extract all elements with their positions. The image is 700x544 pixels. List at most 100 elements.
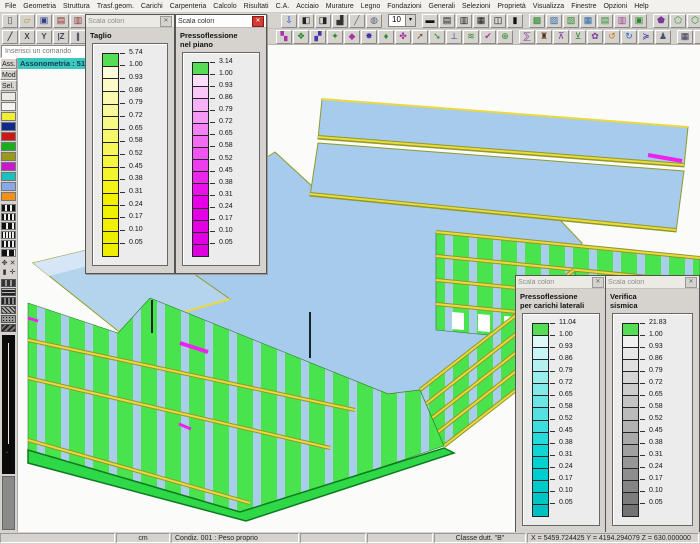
- pentagon-icon[interactable]: ⬠: [670, 14, 686, 28]
- open-folder-icon[interactable]: ▱: [19, 14, 35, 28]
- close-icon[interactable]: ✕: [592, 277, 604, 288]
- menu-item[interactable]: Opzioni: [601, 3, 629, 10]
- select-shell-icon[interactable]: ▧: [563, 14, 579, 28]
- render-icon[interactable]: ◍: [366, 14, 382, 28]
- hatch-pattern-swatch[interactable]: [1, 297, 16, 305]
- load-dist-icon[interactable]: ♜: [536, 30, 552, 44]
- node-add-icon[interactable]: ✦: [327, 30, 343, 44]
- menu-item[interactable]: Fondazioni: [385, 3, 423, 10]
- parallel-icon[interactable]: ∥: [70, 30, 86, 44]
- menu-item[interactable]: Help: [632, 3, 650, 10]
- color-swatch[interactable]: [1, 162, 16, 171]
- arrow-se-icon[interactable]: ➘: [429, 30, 445, 44]
- select-nodes-icon[interactable]: ▨: [546, 14, 562, 28]
- color-swatch[interactable]: [1, 182, 16, 191]
- cross-icon[interactable]: ✛: [9, 268, 17, 277]
- split-view-icon[interactable]: ◨: [315, 14, 331, 28]
- chevron-down-icon[interactable]: ▾: [405, 15, 415, 26]
- elem-split-icon[interactable]: ♦: [378, 30, 394, 44]
- arrow-ne-icon[interactable]: ➚: [412, 30, 428, 44]
- load-point-icon[interactable]: ⊼: [553, 30, 569, 44]
- chart-icon[interactable]: ▟: [332, 14, 348, 28]
- color-swatch[interactable]: [1, 102, 16, 111]
- hatch-pattern-swatch[interactable]: [1, 288, 16, 296]
- elem-join-icon[interactable]: ✤: [395, 30, 411, 44]
- constraint-y-icon[interactable]: Y: [36, 30, 52, 44]
- menu-item[interactable]: Geometria: [21, 3, 58, 10]
- sidebar-tab[interactable]: Mod: [0, 69, 17, 80]
- menu-item[interactable]: Legno: [359, 3, 382, 10]
- color-swatch[interactable]: [1, 172, 16, 181]
- color-swatch[interactable]: [1, 152, 16, 161]
- line-style-swatch[interactable]: [1, 231, 16, 239]
- viewport-quad-icon[interactable]: ◫: [490, 14, 506, 28]
- menu-item[interactable]: Struttura: [61, 3, 92, 10]
- color-swatch-blank[interactable]: [1, 92, 16, 101]
- palette-title-bar[interactable]: Scala colori ✕: [606, 276, 699, 289]
- menu-item[interactable]: Murature: [324, 3, 356, 10]
- menu-item[interactable]: Risultati: [242, 3, 271, 10]
- hexagon-icon[interactable]: ⬡: [687, 14, 700, 28]
- draw-line-icon[interactable]: ╱: [2, 30, 18, 44]
- mesh-gen-icon[interactable]: ▚: [276, 30, 292, 44]
- hatch-pattern-swatch[interactable]: [1, 279, 16, 287]
- scala-colori-window-taglio[interactable]: Scala colori ✕ Taglio 5.74 1.00: [85, 14, 175, 274]
- scala-colori-window-pressoflessione-laterali[interactable]: Scala colori ✕ Pressoflessione per caric…: [515, 275, 607, 534]
- pin-icon[interactable]: ⊥: [446, 30, 462, 44]
- mesh-edit-icon[interactable]: ❖: [293, 30, 309, 44]
- download-icon[interactable]: ⇩: [281, 14, 297, 28]
- hatch-pattern-swatch[interactable]: [1, 324, 16, 332]
- archive-check-icon[interactable]: ▤: [53, 14, 69, 28]
- hatch-pattern-swatch[interactable]: [1, 306, 16, 314]
- line-style-swatch[interactable]: [1, 213, 16, 221]
- palette-title-bar[interactable]: Scala colori ✕: [86, 15, 174, 28]
- node-merge-icon[interactable]: ◆: [344, 30, 360, 44]
- redo-icon[interactable]: ↻: [621, 30, 637, 44]
- constraint-z-icon[interactable]: |Z: [53, 30, 69, 44]
- menu-item[interactable]: File: [3, 3, 18, 10]
- load-temp-icon[interactable]: ⊻: [570, 30, 586, 44]
- line-style-swatch[interactable]: [1, 240, 16, 248]
- undo-icon[interactable]: ↺: [604, 30, 620, 44]
- sidebar-tab[interactable]: Ass.: [0, 58, 17, 69]
- color-swatch[interactable]: [1, 142, 16, 151]
- load-case-icon[interactable]: ⅀: [519, 30, 535, 44]
- scala-colori-window-verifica-sismica[interactable]: Scala colori ✕ Verifica sismica 21.83 1.…: [605, 275, 700, 534]
- delete-icon[interactable]: ✕: [9, 259, 17, 268]
- archive-edit-icon[interactable]: ▥: [70, 14, 86, 28]
- viewport-top-icon[interactable]: ▬: [422, 14, 438, 28]
- menu-item[interactable]: Calcolo: [211, 3, 238, 10]
- palette-title-bar[interactable]: Scala colori ✕: [516, 276, 606, 289]
- menu-item[interactable]: Trasf.geom.: [95, 3, 136, 10]
- check-icon[interactable]: ✔: [480, 30, 496, 44]
- menu-item[interactable]: Generali: [427, 3, 457, 10]
- select-box-icon[interactable]: ▤: [597, 14, 613, 28]
- menu-item[interactable]: Finestre: [569, 3, 598, 10]
- viewport-grid-icon[interactable]: ▦: [473, 14, 489, 28]
- select-poly-icon[interactable]: ▥: [614, 14, 630, 28]
- scala-colori-window-pressoflessione-nel-piano[interactable]: Scala colori ✕ Pressoflessione nel piano…: [175, 14, 267, 274]
- select-all-icon[interactable]: ▣: [631, 14, 647, 28]
- mesh-flip-icon[interactable]: ▞: [310, 30, 326, 44]
- elem-add-icon[interactable]: ✸: [361, 30, 377, 44]
- viewport-left-icon[interactable]: ▥: [456, 14, 472, 28]
- color-swatch[interactable]: [1, 192, 16, 201]
- color-swatch[interactable]: [1, 112, 16, 121]
- line-style-swatch[interactable]: [1, 249, 16, 257]
- menu-item[interactable]: Carichi: [139, 3, 165, 10]
- print-preview-icon[interactable]: ▦: [677, 30, 693, 44]
- select-mesh-icon[interactable]: ▩: [529, 14, 545, 28]
- menu-item[interactable]: Acciaio: [294, 3, 321, 10]
- menu-item[interactable]: Visualizza: [531, 3, 566, 10]
- table-icon[interactable]: ♟: [655, 30, 671, 44]
- hatch-pattern-swatch[interactable]: [1, 315, 16, 323]
- line-style-swatch[interactable]: [1, 204, 16, 212]
- save-icon[interactable]: ▣: [36, 14, 52, 28]
- contrast-view-icon[interactable]: ◧: [298, 14, 314, 28]
- solid-pent-icon[interactable]: ⬟: [653, 14, 669, 28]
- color-swatch[interactable]: [1, 122, 16, 131]
- new-file-icon[interactable]: ▯: [2, 14, 18, 28]
- close-icon[interactable]: ✕: [160, 16, 172, 27]
- close-icon[interactable]: ✕: [252, 16, 264, 27]
- load-seismic-icon[interactable]: ✿: [587, 30, 603, 44]
